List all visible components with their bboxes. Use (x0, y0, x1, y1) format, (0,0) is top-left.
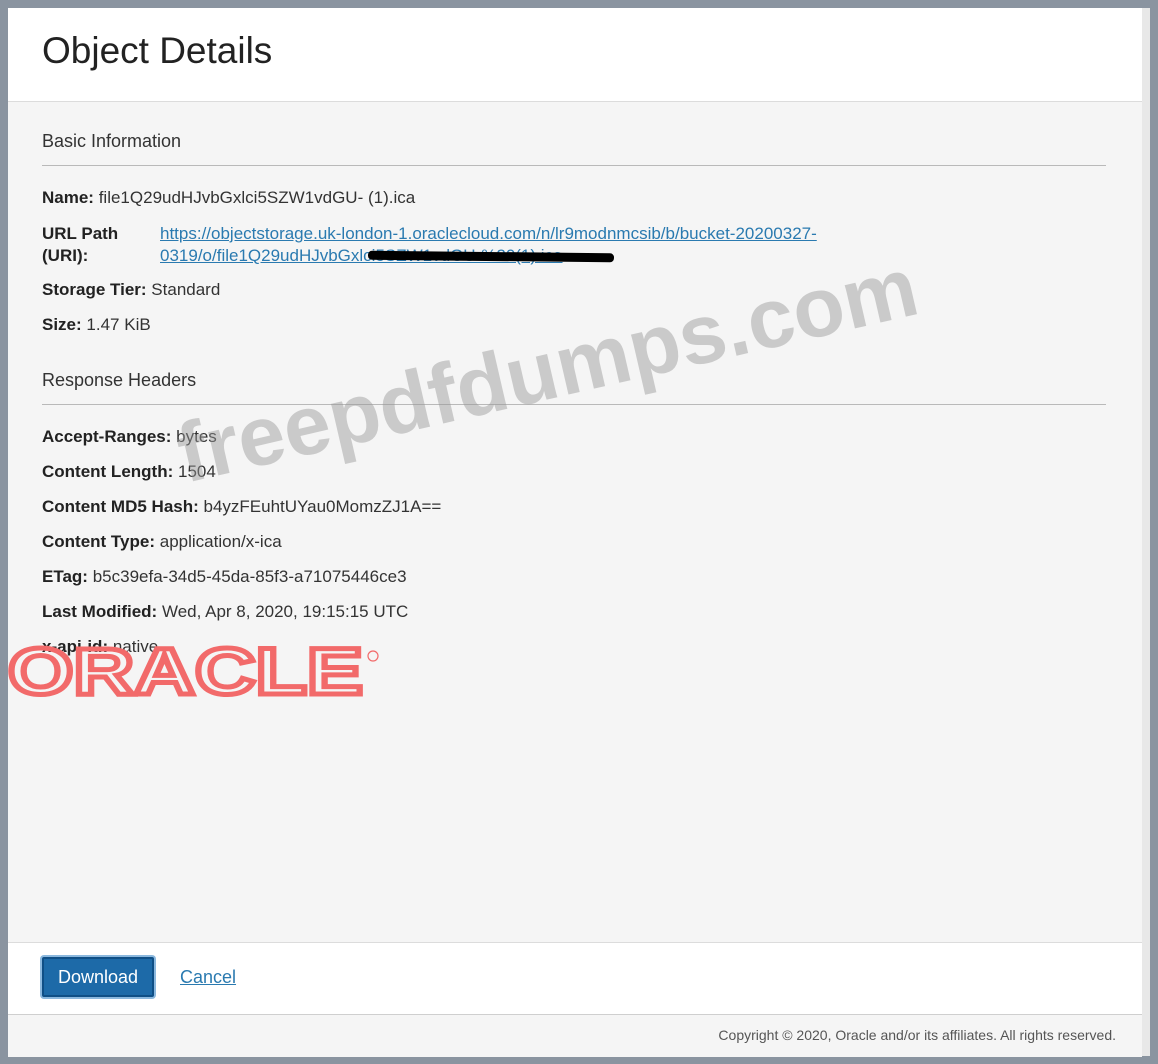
content-md5-row: Content MD5 Hash: b4yzFEuhtUYau0MomzZJ1A… (42, 497, 441, 517)
storage-tier-value: Standard (151, 280, 221, 299)
section-divider (42, 404, 1106, 405)
last-modified-value: Wed, Apr 8, 2020, 19:15:15 UTC (161, 602, 409, 621)
content-length-row: Content Length: 1504 (42, 462, 216, 482)
url-path-label-line2: (URI): (42, 246, 89, 265)
content-md5-label: Content MD5 Hash: (42, 497, 199, 516)
copyright-bar: Copyright © 2020, Oracle and/or its affi… (8, 1014, 1142, 1057)
etag-row: ETag: b5c39efa-34d5-45da-85f3-a71075446c… (42, 567, 407, 587)
content-type-label: Content Type: (42, 532, 156, 551)
api-id-value: native (112, 637, 159, 656)
content-length-label: Content Length: (42, 462, 174, 481)
cancel-link[interactable]: Cancel (180, 967, 236, 988)
window-scroll-gutter (1142, 8, 1150, 1056)
accept-ranges-value: bytes (176, 427, 217, 446)
dialog-header: Object Details (8, 8, 1142, 102)
content-length-value: 1504 (177, 462, 216, 481)
size-row: Size: 1.47 KiB (42, 315, 151, 335)
accept-ranges-label: Accept-Ranges: (42, 427, 172, 446)
storage-tier-label: Storage Tier: (42, 280, 147, 299)
last-modified-label: Last Modified: (42, 602, 158, 621)
etag-value: b5c39efa-34d5-45da-85f3-a71075446ce3 (92, 567, 407, 586)
accept-ranges-row: Accept-Ranges: bytes (42, 427, 217, 447)
api-id-row: x-api-id: native (42, 637, 158, 657)
size-label: Size: (42, 315, 82, 334)
name-label: Name: (42, 188, 94, 207)
dialog-title: Object Details (42, 30, 273, 71)
url-path-link-line1[interactable]: https://objectstorage.uk-london-1.oracle… (160, 223, 920, 245)
content-type-row: Content Type: application/x-ica (42, 532, 282, 552)
basic-information-heading: Basic Information (42, 131, 182, 151)
url-path-label-line1: URL Path (42, 224, 119, 243)
size-value: 1.47 KiB (86, 315, 151, 334)
api-id-label: x-api-id: (42, 637, 109, 656)
dialog-action-bar: Download Cancel (8, 942, 1142, 1014)
url-path-label: URL Path (URI): (42, 223, 118, 267)
etag-label: ETag: (42, 567, 88, 586)
name-value: file1Q29udHJvbGxlci5SZW1vdGU- (1).ica (98, 188, 416, 207)
response-headers-heading: Response Headers (42, 370, 197, 390)
download-button[interactable]: Download (42, 957, 154, 997)
storage-tier-row: Storage Tier: Standard (42, 280, 220, 300)
name-row: Name: file1Q29udHJvbGxlci5SZW1vdGU- (1).… (42, 188, 415, 208)
last-modified-row: Last Modified: Wed, Apr 8, 2020, 19:15:1… (42, 602, 408, 622)
section-divider (42, 165, 1106, 166)
object-details-dialog: Object Details Basic Information Name: f… (8, 8, 1142, 1057)
content-md5-value: b4yzFEuhtUYau0MomzZJ1A== (203, 497, 442, 516)
content-type-value: application/x-ica (159, 532, 282, 551)
copyright-text: Copyright © 2020, Oracle and/or its affi… (718, 1027, 1116, 1043)
watermark-text: freepdfdumps.com (168, 238, 927, 501)
